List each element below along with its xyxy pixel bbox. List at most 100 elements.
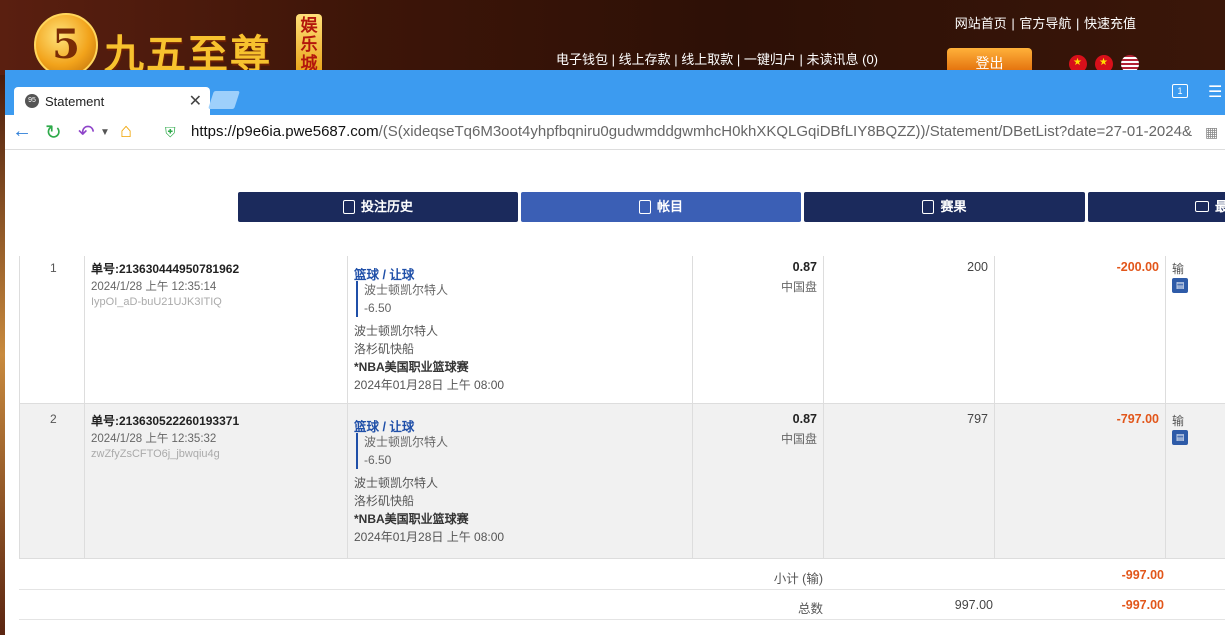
tab-bar: 95 Statement ✕ 1 ☰ bbox=[5, 70, 1225, 115]
address-bar: ← ↻ ↶ ▼ ⌂ ⛨ https://p9e6ia.pwe5687.com/(… bbox=[5, 115, 1225, 150]
chevron-down-icon[interactable]: ▼ bbox=[100, 127, 110, 138]
results-icon bbox=[922, 199, 935, 214]
tab-label: 最 bbox=[1215, 199, 1225, 214]
winloss-value: -200.00 bbox=[1116, 260, 1159, 274]
match-date: 2024年01月28日 上午 08:00 bbox=[354, 378, 505, 392]
tab-bet-history[interactable]: 投注历史 bbox=[238, 192, 518, 222]
pick-box: 波士顿凯尔特人 -6.50 bbox=[356, 433, 448, 469]
cell-order: 单号:213630444950781962 2024/1/28 上午 12:35… bbox=[85, 256, 348, 403]
cell-stake: 797 bbox=[824, 404, 995, 558]
tab-statement-ledger[interactable]: 帐目 bbox=[521, 192, 801, 222]
window-count-icon[interactable]: 1 bbox=[1172, 84, 1188, 98]
tab-messages[interactable]: 最 bbox=[1088, 192, 1225, 222]
link-consolidate[interactable]: 一键归户 bbox=[744, 52, 796, 67]
away-team: 洛杉矶快船 bbox=[354, 342, 415, 356]
home-icon[interactable]: ⌂ bbox=[120, 120, 132, 143]
total-stake: 997.00 bbox=[954, 598, 993, 612]
total-row: 总数 997.00 -997.00 bbox=[19, 590, 1225, 620]
league-name: *NBA美国职业篮球赛 bbox=[354, 512, 469, 526]
undo-icon[interactable]: ↶ bbox=[78, 120, 95, 145]
total-winloss: -997.00 bbox=[1121, 598, 1164, 612]
logo-digit: 5 bbox=[52, 21, 80, 68]
pick-handicap: -6.50 bbox=[364, 301, 392, 315]
status-text: 输 bbox=[1172, 262, 1185, 276]
odds-value: 0.87 bbox=[792, 412, 817, 426]
pick-handicap: -6.50 bbox=[364, 453, 392, 467]
tab-label: 帐目 bbox=[656, 199, 683, 214]
link-official-nav[interactable]: 官方导航 bbox=[1019, 16, 1071, 31]
cell-odds: 0.87 中国盘 bbox=[693, 256, 824, 403]
odds-value: 0.87 bbox=[792, 260, 817, 274]
order-number: 单号:213630444950781962 bbox=[91, 262, 240, 276]
site-logo-icon[interactable]: 5 bbox=[34, 13, 98, 77]
back-icon[interactable]: ← bbox=[12, 120, 32, 143]
cell-index: 2 bbox=[19, 404, 85, 558]
row-index: 1 bbox=[50, 261, 57, 275]
site-header: 5 九五至尊 娱乐城 网站首页 | 官方导航 | 快速充值 电子钱包 | 线上存… bbox=[0, 0, 1225, 78]
ledger-icon bbox=[638, 199, 651, 214]
cell-odds: 0.87 中国盘 bbox=[693, 404, 824, 558]
stake-value: 797 bbox=[967, 412, 988, 426]
cell-winloss: -797.00 bbox=[995, 404, 1166, 558]
tab-statement[interactable]: 95 Statement ✕ bbox=[14, 87, 210, 115]
qr-icon[interactable]: ▦ bbox=[1205, 124, 1218, 141]
top-links: 网站首页 | 官方导航 | 快速充值 bbox=[954, 16, 1136, 31]
url-domain: https://p9e6ia.pwe5687.com bbox=[191, 123, 379, 140]
order-code: IypOI_aD-buU21UJK3ITIQ bbox=[91, 296, 222, 308]
url-path: /(S(xideqseTq6M3oot4yhpfbqniru0gudwmddgw… bbox=[378, 123, 1192, 140]
order-number: 单号:213630522260193371 bbox=[91, 414, 240, 428]
bet-row: 1 单号:213630444950781962 2024/1/28 上午 12:… bbox=[19, 256, 1225, 403]
odds-type: 中国盘 bbox=[780, 280, 817, 294]
odds-type: 中国盘 bbox=[780, 432, 817, 446]
row-index: 2 bbox=[50, 412, 57, 426]
browser-window: 95 Statement ✕ 1 ☰ ← ↻ ↶ ▼ ⌂ ⛨ https://p… bbox=[5, 70, 1225, 635]
cell-status: 输 ▤ bbox=[1166, 256, 1225, 403]
tab-results[interactable]: 赛果 bbox=[804, 192, 1085, 222]
away-team: 洛杉矶快船 bbox=[354, 494, 415, 508]
cell-order: 单号:213630522260193371 2024/1/28 上午 12:35… bbox=[85, 404, 348, 558]
home-team: 波士顿凯尔特人 bbox=[354, 324, 439, 338]
order-time: 2024/1/28 上午 12:35:32 bbox=[91, 433, 217, 445]
close-tab-icon[interactable]: ✕ bbox=[189, 91, 202, 111]
order-time: 2024/1/28 上午 12:35:14 bbox=[91, 281, 217, 293]
pick-team: 波士顿凯尔特人 bbox=[364, 283, 449, 297]
cell-winloss: -200.00 bbox=[995, 256, 1166, 403]
link-home[interactable]: 网站首页 bbox=[955, 16, 1007, 31]
new-tab-button[interactable] bbox=[208, 91, 240, 109]
subtotal-winloss: -997.00 bbox=[1121, 568, 1164, 582]
subtotal-row: 小计 (输) -997.00 bbox=[19, 560, 1225, 590]
url-field[interactable]: https://p9e6ia.pwe5687.com/(S(xideqseTq6… bbox=[191, 123, 1201, 140]
order-code: zwZfyZsCFTO6j_jbwqiu4g bbox=[91, 448, 220, 460]
bet-row: 2 单号:213630522260193371 2024/1/28 上午 12:… bbox=[19, 403, 1225, 559]
subtotal-label: 小计 (输) bbox=[773, 572, 823, 586]
cell-selection: 篮球 / 让球 波士顿凯尔特人 -6.50 波士顿凯尔特人 洛杉矶快船 *NBA… bbox=[348, 256, 693, 403]
detail-icon[interactable]: ▤ bbox=[1172, 278, 1188, 293]
link-withdraw[interactable]: 线上取款 bbox=[681, 52, 733, 67]
cell-status: 输 ▤ bbox=[1166, 404, 1225, 558]
pick-team: 波士顿凯尔特人 bbox=[364, 435, 449, 449]
league-name: *NBA美国职业篮球赛 bbox=[354, 360, 469, 374]
statement-page: 投注历史 帐目 赛果 最 1 单号:213630444950781962 202… bbox=[5, 151, 1225, 635]
history-icon bbox=[342, 199, 355, 214]
secure-shield-icon[interactable]: ⛨ bbox=[165, 124, 180, 140]
link-wallet[interactable]: 电子钱包 bbox=[556, 52, 608, 67]
logo-badge: 娱乐城 bbox=[296, 14, 322, 74]
stake-value: 200 bbox=[967, 260, 988, 274]
link-deposit[interactable]: 线上存款 bbox=[619, 52, 671, 67]
match-date: 2024年01月28日 上午 08:00 bbox=[354, 530, 505, 544]
mail-icon bbox=[1195, 201, 1209, 213]
cell-stake: 200 bbox=[824, 256, 995, 403]
status-text: 输 bbox=[1172, 414, 1185, 428]
home-team: 波士顿凯尔特人 bbox=[354, 476, 439, 490]
link-quick-deposit[interactable]: 快速充值 bbox=[1084, 16, 1136, 31]
menu-icon[interactable]: ☰ bbox=[1208, 82, 1222, 102]
cell-selection: 篮球 / 让球 波士顿凯尔特人 -6.50 波士顿凯尔特人 洛杉矶快船 *NBA… bbox=[348, 404, 693, 558]
link-messages[interactable]: 未读讯息 (0) bbox=[807, 52, 879, 67]
winloss-value: -797.00 bbox=[1116, 412, 1159, 426]
tab-label: 赛果 bbox=[940, 199, 967, 214]
tab-title: Statement bbox=[45, 94, 105, 109]
cell-index: 1 bbox=[19, 256, 85, 403]
total-label: 总数 bbox=[797, 602, 823, 616]
reload-icon[interactable]: ↻ bbox=[45, 120, 62, 145]
detail-icon[interactable]: ▤ bbox=[1172, 430, 1188, 445]
